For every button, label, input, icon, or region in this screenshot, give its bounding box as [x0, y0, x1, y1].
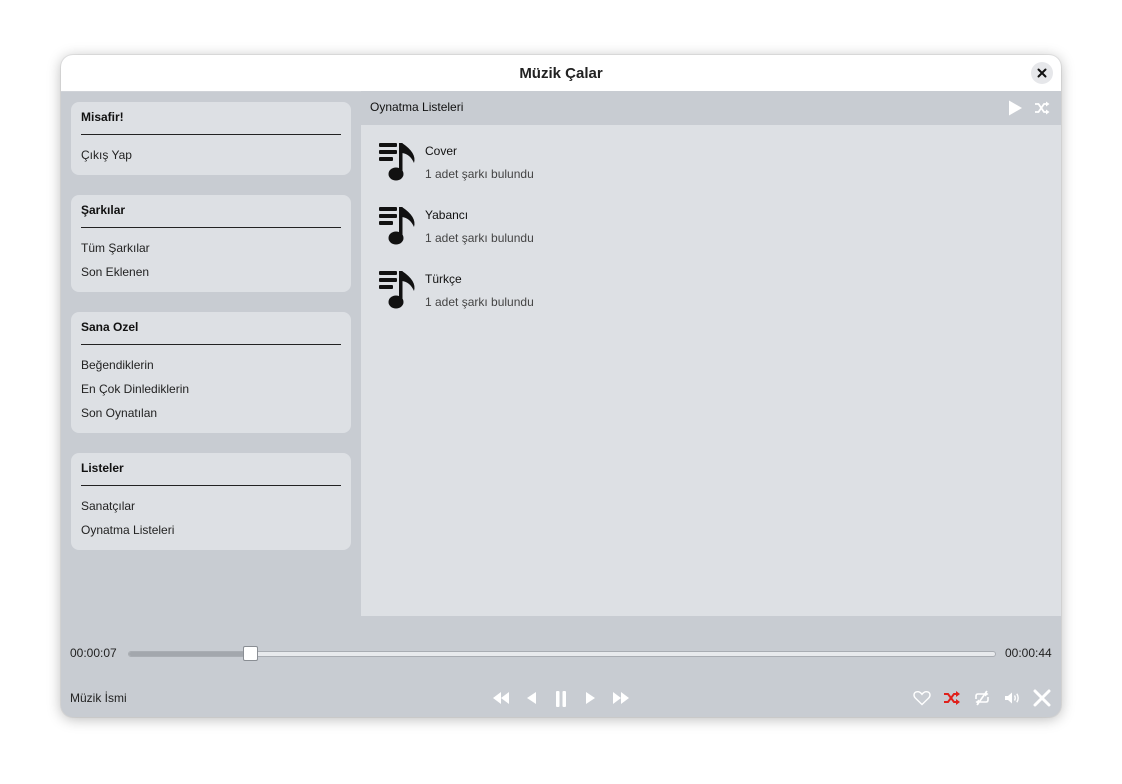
repeat-off-icon[interactable]	[973, 690, 991, 706]
total-time: 00:00:44	[1005, 646, 1052, 660]
sidebar-section-title: Misafir!	[81, 110, 341, 135]
playlist-music-icon	[379, 207, 415, 245]
sidebar-item-liked[interactable]: Beğendiklerin	[81, 353, 341, 377]
sidebar-section-title: Şarkılar	[81, 203, 341, 228]
play-icon[interactable]	[1007, 100, 1023, 116]
playlist-name: Türkçe	[425, 272, 462, 286]
close-icon[interactable]	[1033, 689, 1051, 707]
playlist-item[interactable]: Yabancı 1 adet şarkı bulundu	[377, 205, 977, 255]
sidebar-item-logout[interactable]: Çıkış Yap	[81, 143, 341, 167]
music-player-window: Müzik Çalar Misafir! Çıkış Yap Şarkılar …	[61, 55, 1061, 717]
shuffle-icon[interactable]	[943, 690, 961, 706]
sidebar-item-artists[interactable]: Sanatçılar	[81, 494, 341, 518]
title-bar: Müzik Çalar	[61, 55, 1061, 92]
next-icon[interactable]	[584, 690, 598, 706]
playlist-song-count: 1 adet şarkı bulundu	[425, 167, 534, 181]
elapsed-time: 00:00:07	[70, 646, 117, 660]
window-title: Müzik Çalar	[519, 64, 603, 82]
window-close-button[interactable]	[1031, 62, 1053, 84]
playlist-song-count: 1 adet şarkı bulundu	[425, 231, 534, 245]
playlist-item[interactable]: Türkçe 1 adet şarkı bulundu	[377, 269, 977, 319]
now-playing-title: Müzik İsmi	[70, 691, 127, 705]
main-header: Oynatma Listeleri	[361, 91, 1061, 125]
sidebar-section-lists: Listeler Sanatçılar Oynatma Listeleri	[71, 453, 351, 550]
seek-slider[interactable]	[128, 646, 996, 661]
pause-icon[interactable]	[554, 690, 568, 708]
volume-icon[interactable]	[1003, 690, 1021, 706]
fast-forward-icon[interactable]	[611, 690, 631, 706]
playlist-name: Yabancı	[425, 208, 469, 222]
seek-progress-fill	[129, 652, 251, 656]
playlist-list: Cover 1 adet şarkı bulundu Yabancı 1 ade…	[361, 125, 1061, 616]
sidebar-item-recently-played[interactable]: Son Oynatılan	[81, 401, 341, 425]
sidebar-item-most-played[interactable]: En Çok Dinlediklerin	[81, 377, 341, 401]
seek-handle[interactable]	[243, 646, 259, 661]
rewind-icon[interactable]	[491, 690, 511, 706]
player-controls: Müzik İsmi	[61, 685, 1061, 715]
sidebar: Misafir! Çıkış Yap Şarkılar Tüm Şarkılar…	[71, 102, 351, 570]
sidebar-section-songs: Şarkılar Tüm Şarkılar Son Eklenen	[71, 195, 351, 292]
sidebar-item-recently-added[interactable]: Son Eklenen	[81, 260, 341, 284]
page-title: Oynatma Listeleri	[370, 100, 464, 114]
sidebar-item-playlists[interactable]: Oynatma Listeleri	[81, 518, 341, 542]
previous-icon[interactable]	[524, 690, 538, 706]
sidebar-section-for-you: Sana Ozel Beğendiklerin En Çok Dinledikl…	[71, 312, 351, 433]
playlist-song-count: 1 adet şarkı bulundu	[425, 295, 534, 309]
close-icon	[1037, 68, 1047, 78]
playlist-item[interactable]: Cover 1 adet şarkı bulundu	[377, 141, 977, 191]
playlist-music-icon	[379, 143, 415, 181]
heart-icon[interactable]	[913, 690, 931, 706]
seek-bar-row: 00:00:07 00:00:44	[61, 640, 1061, 666]
playlist-music-icon	[379, 271, 415, 309]
sidebar-section-title: Listeler	[81, 461, 341, 486]
shuffle-icon[interactable]	[1034, 101, 1050, 115]
sidebar-item-all-songs[interactable]: Tüm Şarkılar	[81, 236, 341, 260]
playlist-name: Cover	[425, 144, 458, 158]
sidebar-section-guest: Misafir! Çıkış Yap	[71, 102, 351, 175]
sidebar-section-title: Sana Ozel	[81, 320, 341, 345]
